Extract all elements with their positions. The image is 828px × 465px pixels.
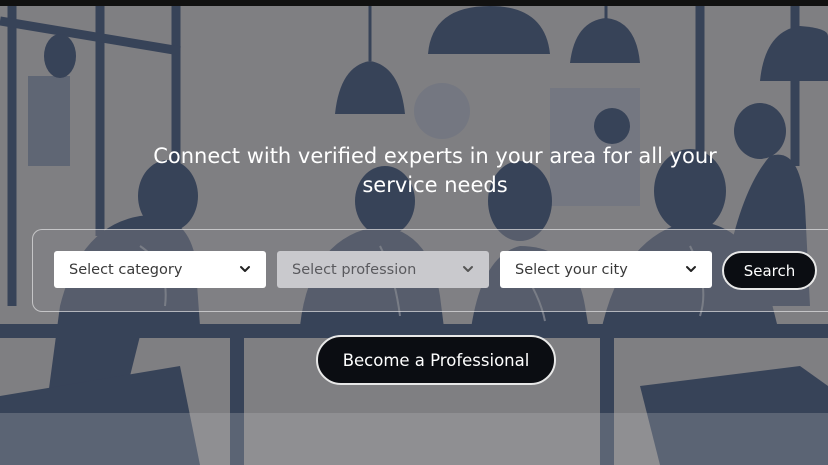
- category-select-label: Select category: [69, 261, 183, 278]
- hero-bottom-band: [0, 413, 828, 465]
- search-button[interactable]: Search: [722, 251, 817, 290]
- become-professional-button[interactable]: Become a Professional: [316, 335, 556, 385]
- chevron-down-icon: [686, 266, 696, 272]
- category-select[interactable]: Select category: [54, 251, 266, 288]
- chevron-down-icon: [463, 266, 473, 272]
- city-select-label: Select your city: [515, 261, 628, 278]
- chevron-down-icon: [240, 266, 250, 272]
- city-select[interactable]: Select your city: [500, 251, 712, 288]
- profession-select-label: Select profession: [292, 261, 417, 278]
- hero-tagline: Connect with verified experts in your ar…: [153, 144, 717, 197]
- profession-select[interactable]: Select profession: [277, 251, 489, 288]
